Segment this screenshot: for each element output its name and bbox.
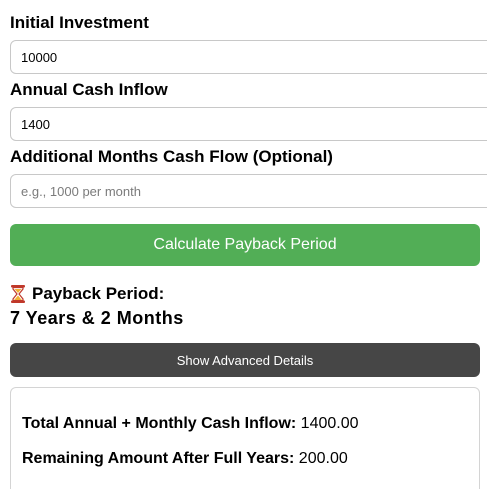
- annual-cash-inflow-label: Annual Cash Inflow: [10, 80, 168, 99]
- remaining-amount-label: Remaining Amount After Full Years:: [22, 450, 295, 467]
- payback-period-heading: Payback Period:: [10, 284, 164, 304]
- total-inflow-row: Total Annual + Monthly Cash Inflow: 1400…: [22, 414, 359, 434]
- annual-cash-inflow-input[interactable]: [10, 107, 487, 141]
- initial-investment-input[interactable]: [10, 40, 487, 74]
- total-inflow-value: 1400.00: [300, 415, 359, 432]
- payback-period-title: Payback Period:: [32, 284, 165, 303]
- advanced-details-panel: Total Annual + Monthly Cash Inflow: 1400…: [10, 387, 480, 489]
- remaining-amount-value: 200.00: [298, 450, 348, 467]
- hourglass-icon: [10, 284, 26, 304]
- total-inflow-label: Total Annual + Monthly Cash Inflow:: [22, 415, 297, 432]
- additional-months-input[interactable]: [10, 174, 487, 208]
- additional-months-label: Additional Months Cash Flow (Optional): [10, 147, 333, 166]
- calculate-payback-button[interactable]: Calculate Payback Period: [10, 224, 480, 266]
- remaining-amount-row: Remaining Amount After Full Years: 200.0…: [22, 449, 348, 469]
- show-advanced-details-button[interactable]: Show Advanced Details: [10, 343, 480, 377]
- initial-investment-label: Initial Investment: [10, 13, 149, 32]
- payback-calculator: Initial Investment Annual Cash Inflow Ad…: [0, 0, 487, 489]
- payback-period-value: 7 Years & 2 Months: [10, 308, 184, 328]
